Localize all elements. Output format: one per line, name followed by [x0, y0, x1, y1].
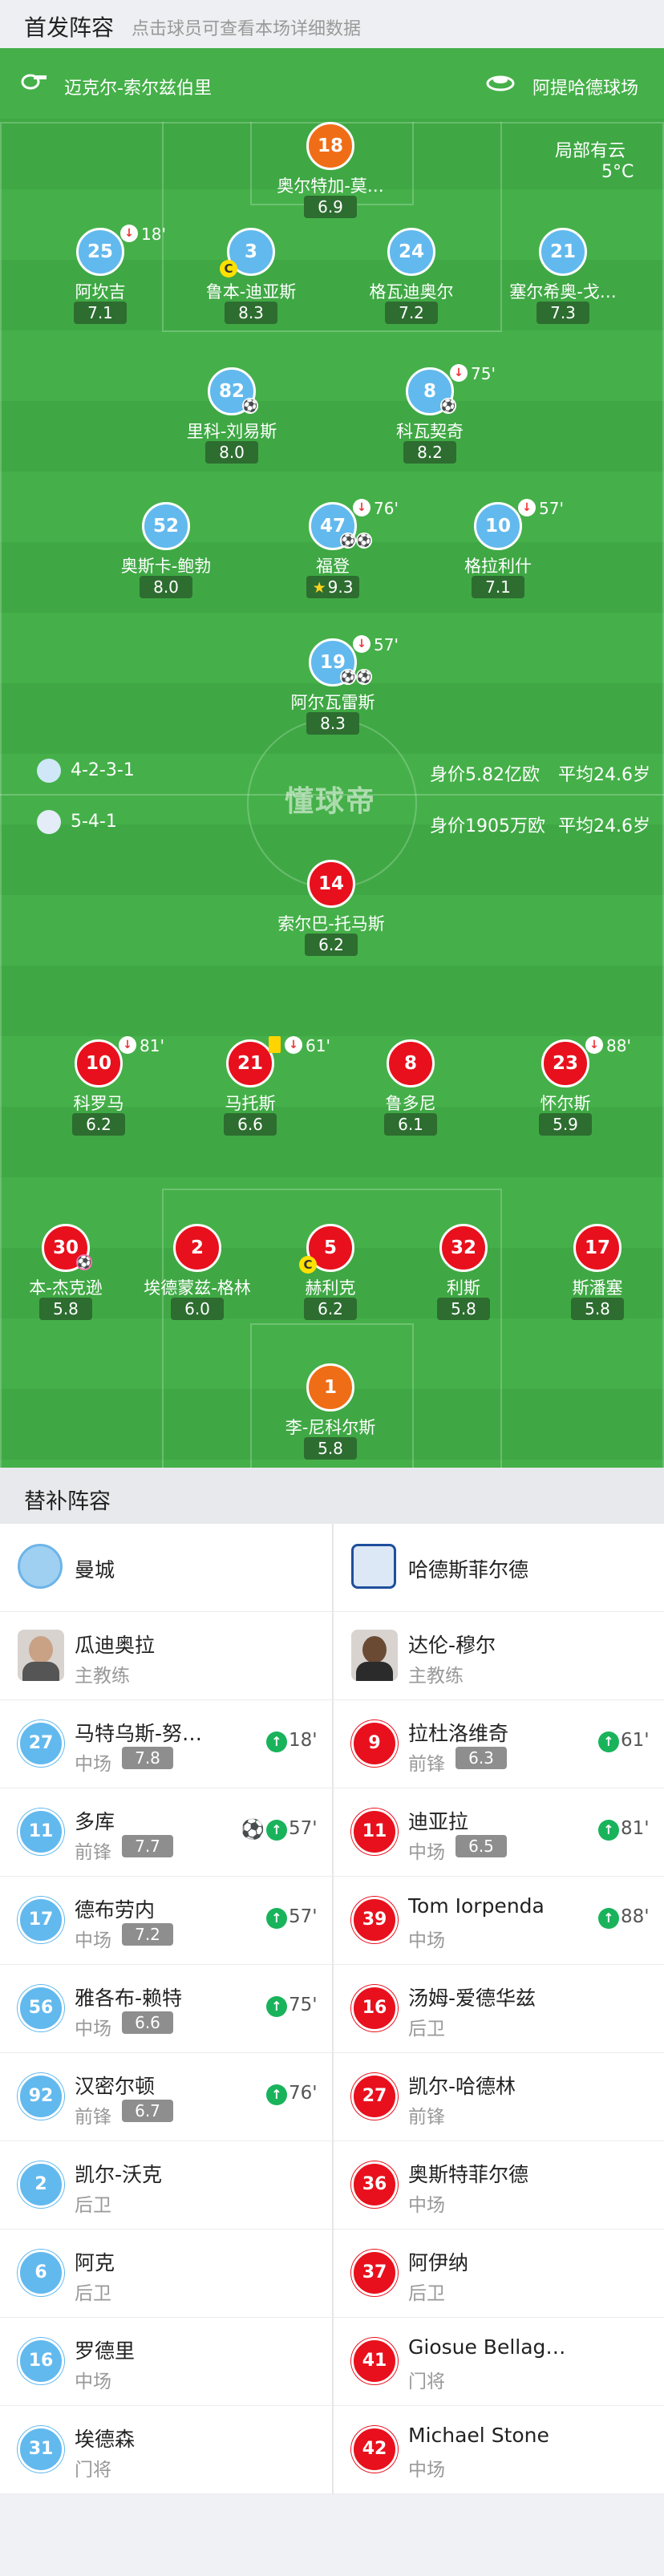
goal-icon: ⚽ [340, 669, 356, 685]
away-sub-row[interactable]: 11 迪亚拉 中场 6.5 ↑ 81' [334, 1788, 664, 1877]
stadium-icon [486, 72, 515, 96]
header-hint: 点击球员可查看本场详细数据 [132, 19, 362, 39]
sub-out-icon: ↓ [353, 635, 370, 653]
pitch: 迈克尔-索尔兹伯里 阿提哈德球场 局部有云 5°C 4-2-3-1 身价5.82… [0, 48, 664, 1468]
sub-out-icon: ↓ [119, 1036, 136, 1054]
away-player-5[interactable]: 5 C 赫利克 6.2 [254, 1224, 407, 1326]
home-sub-row[interactable]: 11 多库 前锋 7.7 ⚽ ↑ 57' [0, 1788, 332, 1877]
sub-out-icon: ↓ [585, 1036, 603, 1054]
home-formation: 4-2-3-1 [71, 760, 135, 780]
subs-title: 替补阵容 [24, 1489, 111, 1514]
home-avg-age: 平均24.6岁 [558, 765, 650, 785]
sub-in-icon: ↑ [266, 1820, 287, 1841]
sub-out-icon: ↓ [450, 364, 468, 382]
away-sub-row[interactable]: 27 凯尔-哈德林 前锋 [334, 2053, 664, 2141]
home-player-25[interactable]: 25 ↓ 18' 阿坎吉 7.1 [24, 225, 176, 330]
home-team-value: 身价5.82亿欧 [430, 765, 540, 785]
sub-in-icon: ↑ [266, 1908, 287, 1929]
home-player-19[interactable]: 19 ↓ 57' ⚽ ⚽ 阿尔瓦雷斯 8.3 [257, 635, 409, 741]
home-player-82[interactable]: 82 ⚽ 里科-刘易斯 8.0 [156, 367, 308, 470]
coach-avatar [351, 1630, 398, 1681]
away-player-14[interactable]: 14 索尔巴-托马斯 6.2 [255, 860, 407, 962]
watermark: 懂球帝 [285, 785, 377, 818]
assist-icon: ⚽ [242, 398, 258, 414]
home-player-24[interactable]: 24 格瓦迪奥尔 7.2 [335, 228, 488, 330]
away-team-row[interactable]: 哈德斯菲尔德 [334, 1524, 664, 1612]
away-formation: 5-4-1 [71, 812, 117, 832]
away-sub-row[interactable]: 9 拉杜洛维奇 前锋 6.3 ↑ 61' [334, 1700, 664, 1788]
away-player-1[interactable]: 1 李-尼科尔斯 5.8 [254, 1363, 407, 1466]
subs-section-header: 替补阵容 [0, 1468, 664, 1524]
temperature-text: 5°C [601, 162, 634, 182]
home-sub-row[interactable]: 56 雅各布-赖特 中场 6.6 ↑ 75' [0, 1965, 332, 2053]
sub-in-icon: ↑ [266, 1732, 287, 1752]
home-player-52[interactable]: 52 奥斯卡-鲍勃 8.0 [90, 502, 242, 605]
away-player-2[interactable]: 2 埃德蒙兹-格林 6.0 [121, 1224, 273, 1326]
sub-in-icon: ↑ [598, 1732, 619, 1752]
home-sub-row[interactable]: 17 德布劳内 中场 7.2 ↑ 57' [0, 1877, 332, 1965]
away-player-23[interactable]: 23 ↓ 88' 怀尔斯 5.9 [489, 1036, 642, 1142]
sub-out-icon: ↓ [518, 499, 536, 516]
coach-avatar [18, 1630, 64, 1681]
home-team-row[interactable]: 曼城 [0, 1524, 332, 1612]
assist-icon: ⚽ [356, 669, 372, 685]
whistle-icon [21, 72, 48, 95]
home-player-3[interactable]: 3 C 鲁本-迪亚斯 8.3 [175, 228, 327, 330]
home-sub-row[interactable]: 2 凯尔-沃克 后卫 [0, 2141, 332, 2230]
home-player-21[interactable]: 21 塞尔希奥-戈… 7.3 [487, 228, 639, 330]
home-coach-row[interactable]: 瓜迪奥拉 主教练 [0, 1612, 332, 1700]
sub-in-icon: ↑ [266, 2084, 287, 2105]
home-sub-row[interactable]: 31 埃德森 门将 [0, 2406, 332, 2494]
home-player-10[interactable]: 10 ↓ 57' 格拉利什 7.1 [422, 499, 574, 605]
home-sub-row[interactable]: 16 罗德里 中场 [0, 2318, 332, 2406]
away-player-10[interactable]: 10 ↓ 81' 科罗马 6.2 [22, 1036, 175, 1142]
home-sub-row[interactable]: 92 汉密尔顿 前锋 6.7 ↑ 76' [0, 2053, 332, 2141]
goal-icon: ⚽ [340, 533, 356, 549]
away-team-logo-icon [351, 1544, 396, 1589]
home-team-logo-icon [37, 759, 61, 783]
sub-in-icon: ↑ [266, 1996, 287, 2017]
home-player-8[interactable]: 8 ↓ 75' ⚽ 科瓦契奇 8.2 [354, 364, 506, 470]
goal-icon: ⚽ [356, 533, 372, 549]
subs-list: 曼城 哈德斯菲尔德 瓜迪奥拉 主教练 达伦-穆尔 主教练 27 马特乌斯-努… … [0, 1524, 664, 2494]
away-avg-age: 平均24.6岁 [558, 816, 650, 836]
captain-icon: C [220, 260, 237, 277]
weather-text: 局部有云 [555, 141, 626, 161]
away-player-21[interactable]: 21 ↓ 61' 马托斯 6.6 [174, 1036, 330, 1142]
lineup-header: 首发阵容 点击球员可查看本场详细数据 [0, 0, 664, 48]
away-team-value: 身价1905万欧 [430, 816, 545, 836]
home-player-47[interactable]: 47 ↓ 76' ⚽ ⚽ 福登 ★ 9.3 [257, 499, 409, 605]
home-team-logo-icon [18, 1544, 63, 1589]
away-sub-row[interactable]: 36 奥斯特菲尔德 中场 [334, 2141, 664, 2230]
sub-out-icon: ↓ [120, 225, 138, 242]
home-sub-row[interactable]: 6 阿克 后卫 [0, 2230, 332, 2318]
away-player-17[interactable]: 17 斯潘塞 5.8 [521, 1224, 664, 1326]
assist-icon: ⚽ [440, 398, 456, 414]
captain-icon: C [299, 1256, 317, 1274]
home-sub-row[interactable]: 27 马特乌斯-努… 中场 7.8 ↑ 18' [0, 1700, 332, 1788]
sub-out-icon: ↓ [285, 1036, 302, 1054]
star-icon: ★ [312, 579, 326, 597]
page-title: 首发阵容 [24, 14, 115, 41]
home-player-18[interactable]: 18 奥尔特加-莫… 6.9 [254, 122, 407, 225]
stadium-name: 阿提哈德球场 [532, 79, 639, 99]
away-sub-row[interactable]: 39 Tom Iorpenda 中场 ↑ 88' [334, 1877, 664, 1965]
away-player-8[interactable]: 8 鲁多尼 6.1 [334, 1039, 487, 1142]
sub-in-icon: ↑ [598, 1908, 619, 1929]
away-team-logo-icon [37, 810, 61, 834]
yellow-card-icon [269, 1036, 281, 1053]
own-goal-icon: ⚽ [76, 1254, 92, 1270]
sub-in-icon: ↑ [598, 1820, 619, 1841]
away-sub-row[interactable]: 37 阿伊纳 后卫 [334, 2230, 664, 2318]
goal-icon: ⚽ [241, 1818, 265, 1841]
away-sub-row[interactable]: 41 Giosue Bellag… 门将 [334, 2318, 664, 2406]
away-sub-row[interactable]: 42 Michael Stone 中场 [334, 2406, 664, 2494]
referee-name: 迈克尔-索尔兹伯里 [64, 79, 212, 99]
sub-out-icon: ↓ [353, 499, 370, 516]
away-player-32[interactable]: 32 利斯 5.8 [387, 1224, 540, 1326]
away-sub-row[interactable]: 16 汤姆-爱德华兹 后卫 [334, 1965, 664, 2053]
away-coach-row[interactable]: 达伦-穆尔 主教练 [334, 1612, 664, 1700]
